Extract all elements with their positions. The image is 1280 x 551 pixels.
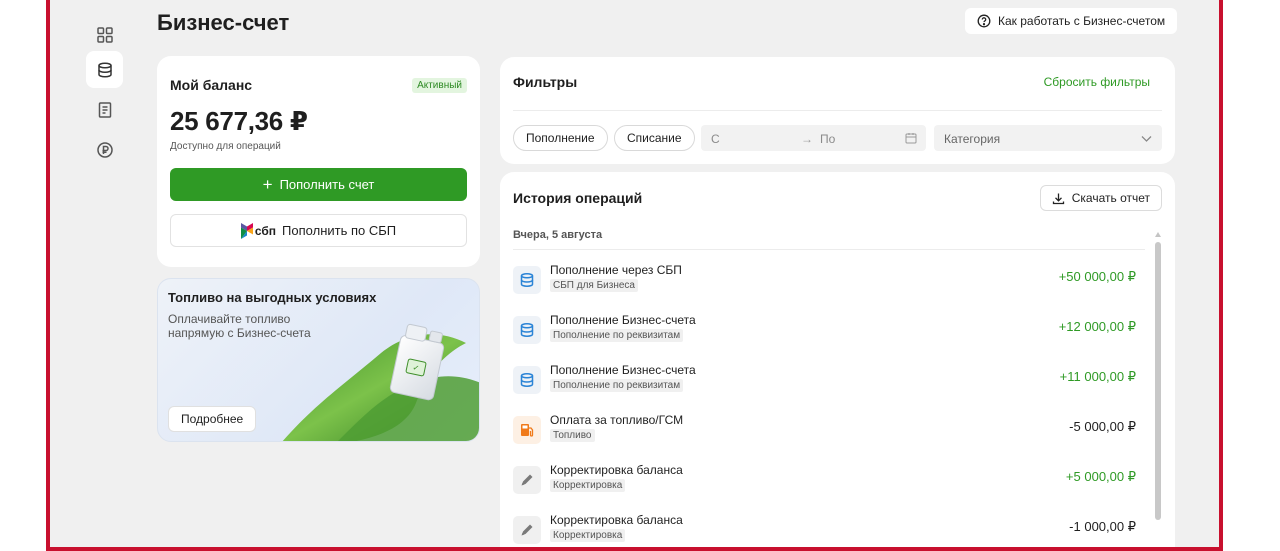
nav-documents-button[interactable] — [86, 91, 123, 128]
day-divider — [513, 249, 1145, 250]
category-select[interactable]: Категория — [934, 125, 1162, 151]
topup-button[interactable]: + Пополнить счет — [170, 168, 467, 201]
fuel-pump-icon — [513, 416, 541, 444]
transaction-tag: Пополнение по реквизитам — [550, 329, 684, 342]
pencil-icon — [513, 466, 541, 494]
scroll-up-arrow-icon[interactable] — [1155, 232, 1161, 237]
download-report-button[interactable]: Скачать отчет — [1039, 185, 1162, 211]
chevron-down-icon — [1141, 136, 1152, 142]
transaction-tag: СБП для Бизнеса — [550, 279, 638, 292]
sbp-logo-icon — [240, 222, 253, 239]
transaction-title: Корректировка баланса — [550, 513, 683, 527]
question-circle-icon — [977, 14, 991, 28]
transaction-tag: Пополнение по реквизитам — [550, 379, 684, 392]
transaction-amount: -1 000,00 ₽ — [1069, 519, 1136, 534]
transaction-row[interactable]: Пополнение через СБП СБП для Бизнеса +50 0… — [513, 263, 1149, 316]
chip-debit[interactable]: Списание — [614, 125, 695, 151]
database-icon — [513, 266, 541, 294]
help-button[interactable]: Как работать с Бизнес-счетом — [965, 8, 1178, 34]
balance-subtitle: Доступно для операций — [170, 141, 281, 152]
transaction-amount: +11 000,00 ₽ — [1059, 369, 1136, 384]
transaction-amount: +5 000,00 ₽ — [1065, 469, 1136, 484]
transaction-tag: Топливо — [550, 429, 595, 442]
chip-topup[interactable]: Пополнение — [513, 125, 608, 151]
nav-grid-button[interactable] — [86, 16, 123, 53]
transaction-amount: -5 000,00 ₽ — [1069, 419, 1136, 434]
database-icon — [513, 366, 541, 394]
sbp-topup-button[interactable]: сбп Пополнить по СБП — [170, 214, 467, 247]
transaction-amount: +12 000,00 ₽ — [1058, 319, 1136, 334]
transaction-row[interactable]: Оплата за топливо/ГСМ Топливо -5 000,00 ₽ — [513, 413, 1149, 466]
history-card: История операций Скачать отчет Вчера, 5 … — [500, 172, 1175, 547]
promo-title: Топливо на выгодных условиях — [168, 290, 377, 305]
fuel-promo-card[interactable]: Топливо на выгодных условиях Оплачивайте… — [157, 278, 480, 442]
balance-title: Мой баланс — [170, 77, 253, 93]
balance-amount: 25 677,36 ₽ — [170, 106, 308, 136]
category-select-label: Категория — [944, 132, 1001, 146]
page-title: Бизнес-счет — [157, 10, 290, 35]
transaction-row[interactable]: Корректировка баланса Корректировка +5 000… — [513, 463, 1149, 516]
topup-button-label: Пополнить счет — [279, 177, 375, 192]
download-icon — [1052, 193, 1064, 204]
pencil-icon — [513, 516, 541, 544]
help-button-label: Как работать с Бизнес-счетом — [998, 14, 1166, 28]
fuel-canister-illustration: ✓ — [282, 323, 479, 441]
transaction-row[interactable]: Пополнение Бизнес-счета Пополнение по рек… — [513, 363, 1149, 416]
scroll-thumb[interactable] — [1155, 242, 1161, 520]
transaction-title: Пополнение Бизнес-счета — [550, 313, 696, 327]
ruble-icon — [96, 141, 113, 158]
history-title: История операций — [513, 190, 643, 206]
nav-payments-button[interactable] — [86, 131, 123, 168]
grid-icon — [96, 26, 113, 43]
transaction-title: Пополнение через СБП — [550, 263, 682, 277]
database-icon — [97, 61, 112, 78]
date-from-input[interactable]: С — [711, 132, 720, 146]
calendar-icon[interactable] — [905, 132, 917, 144]
promo-more-button[interactable]: Подробнее — [168, 406, 257, 432]
sbp-logo: сбп — [240, 222, 277, 239]
transaction-amount: +50 000,00 ₽ — [1058, 269, 1136, 284]
plus-icon: + — [262, 175, 273, 194]
reset-filters-link[interactable]: Сбросить фильтры — [1044, 75, 1150, 89]
transaction-title: Оплата за топливо/ГСМ — [550, 413, 684, 427]
document-icon — [98, 101, 111, 118]
transaction-tag: Корректировка — [550, 529, 626, 542]
transaction-tag: Корректировка — [550, 479, 626, 492]
nav-account-button[interactable] — [86, 51, 123, 88]
date-to-input[interactable]: По — [820, 132, 835, 146]
transaction-title: Корректировка баланса — [550, 463, 683, 477]
sbp-logo-text: сбп — [254, 223, 277, 238]
date-range-field[interactable]: С → По — [701, 125, 926, 151]
arrow-right-icon: → — [801, 132, 813, 146]
transaction-row[interactable]: Корректировка баланса Корректировка -1 000… — [513, 513, 1149, 547]
filters-card: Фильтры Сбросить фильтры Пополнение Спис… — [500, 57, 1175, 164]
balance-card: Мой баланс Активный 25 677,36 ₽ Доступно… — [157, 56, 480, 267]
sbp-button-label: Пополнить по СБП — [282, 223, 397, 238]
transaction-title: Пополнение Бизнес-счета — [550, 363, 696, 377]
filters-divider — [513, 110, 1162, 111]
download-report-label: Скачать отчет — [1071, 191, 1150, 205]
filters-title: Фильтры — [513, 74, 578, 90]
day-group-label: Вчера, 5 августа — [513, 229, 603, 241]
transaction-row[interactable]: Пополнение Бизнес-счета Пополнение по рек… — [513, 313, 1149, 366]
status-badge: Активный — [412, 78, 467, 93]
database-icon — [513, 316, 541, 344]
app-frame: Бизнес-счет Как работать с Бизнес-счетом… — [46, 0, 1223, 551]
history-scrollbar[interactable] — [1155, 232, 1161, 520]
